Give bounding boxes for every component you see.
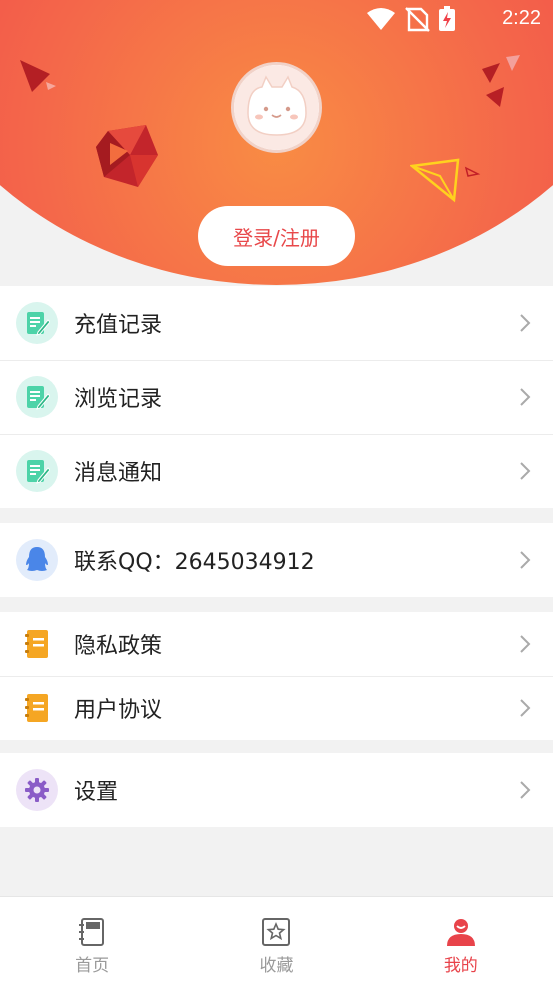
menu-item-label: 联系QQ：2645034912	[74, 550, 315, 575]
decor-shard-icon	[20, 60, 56, 92]
menu-item-label: 隐私政策	[74, 634, 163, 659]
avatar[interactable]	[231, 62, 322, 153]
menu-group-policies: 隐私政策 用户协议	[0, 612, 553, 740]
decor-shards-right-icon	[482, 55, 520, 107]
document-icon	[16, 623, 58, 665]
chevron-right-icon	[520, 314, 531, 332]
cat-avatar-icon	[234, 65, 319, 150]
nav-tab-mine[interactable]: 我的	[369, 897, 553, 983]
menu-item-notifications[interactable]: 消息通知	[0, 434, 553, 508]
menu-item-label: 消息通知	[74, 461, 163, 486]
login-register-button[interactable]: 登录/注册	[198, 206, 355, 266]
nav-label: 首页	[75, 956, 110, 976]
nav-label: 收藏	[259, 956, 294, 976]
edit-note-icon	[16, 450, 58, 492]
document-icon	[16, 687, 58, 729]
nav-tab-favorites[interactable]: 收藏	[184, 897, 368, 983]
menu-item-user-agreement[interactable]: 用户协议	[0, 676, 553, 740]
decor-paper-plane-icon	[410, 158, 481, 203]
chevron-right-icon	[520, 551, 531, 569]
bottom-navigation: 首页 收藏 我的	[0, 896, 553, 983]
decor-gem-icon	[96, 125, 158, 187]
menu-item-label: 设置	[74, 780, 119, 805]
menu-item-privacy-policy[interactable]: 隐私政策	[0, 612, 553, 676]
menu-group-contact: 联系QQ：2645034912	[0, 523, 553, 597]
menu-item-settings[interactable]: 设置	[0, 753, 553, 827]
menu-item-label: 用户协议	[74, 698, 163, 723]
menu-item-contact-qq[interactable]: 联系QQ：2645034912	[0, 523, 553, 597]
chevron-right-icon	[520, 781, 531, 799]
user-icon	[446, 919, 475, 946]
menu-item-label: 充值记录	[74, 313, 163, 338]
edit-note-icon	[16, 376, 58, 418]
chevron-right-icon	[520, 699, 531, 717]
menu-item-label: 浏览记录	[74, 387, 163, 412]
home-book-icon	[79, 918, 105, 946]
menu-group-records: 充值记录 浏览记录 消息通知	[0, 286, 553, 508]
nav-label: 我的	[443, 956, 478, 976]
profile-header: 2:22 登录/注册	[0, 0, 553, 285]
edit-note-icon	[16, 302, 58, 344]
status-icons	[367, 6, 455, 32]
no-sim-icon	[405, 7, 430, 32]
wifi-icon	[367, 8, 395, 30]
qq-penguin-icon	[16, 539, 58, 581]
chevron-right-icon	[520, 462, 531, 480]
gear-icon	[16, 769, 58, 811]
menu-item-browse-history[interactable]: 浏览记录	[0, 360, 553, 434]
star-icon	[262, 918, 291, 946]
menu-group-settings: 设置	[0, 753, 553, 827]
battery-charging-icon	[439, 6, 455, 31]
status-time: 2:22	[502, 7, 541, 29]
status-bar: 2:22	[0, 0, 553, 38]
menu-item-recharge-records[interactable]: 充值记录	[0, 286, 553, 360]
chevron-right-icon	[520, 388, 531, 406]
nav-tab-home[interactable]: 首页	[0, 897, 184, 983]
chevron-right-icon	[520, 635, 531, 653]
